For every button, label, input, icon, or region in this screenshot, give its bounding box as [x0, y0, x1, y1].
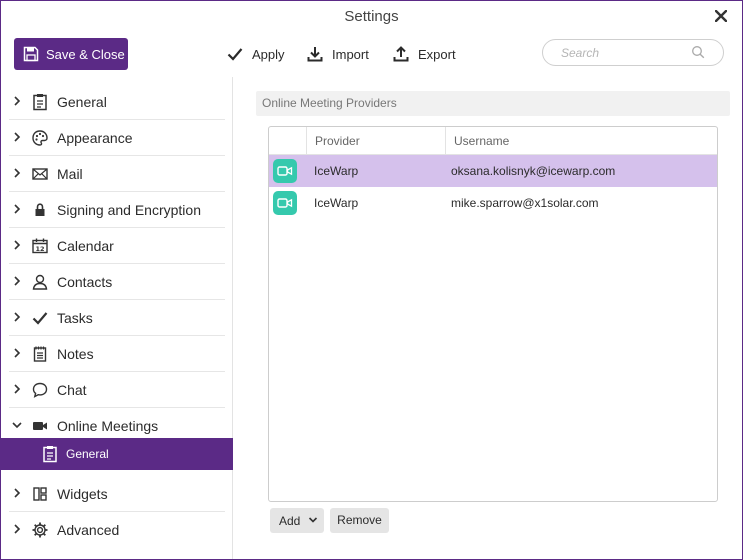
- video-camera-icon: [33, 422, 47, 430]
- username-cell: oksana.kolisnyk@icewarp.com: [451, 164, 616, 178]
- sidebar-subitem-general[interactable]: General: [1, 438, 233, 470]
- export-label: Export: [418, 46, 456, 62]
- widgets-icon: [33, 487, 47, 501]
- chevron-right-icon: [14, 240, 21, 250]
- save-close-button[interactable]: Save & Close: [14, 38, 128, 70]
- sidebar-item-label: Appearance: [57, 130, 133, 146]
- chevron-down-icon[interactable]: [308, 516, 318, 524]
- meeting-provider-icon: [273, 191, 297, 215]
- svg-text:12: 12: [35, 245, 44, 253]
- column-header-provider[interactable]: Provider: [307, 127, 446, 155]
- sidebar-item-label: Notes: [57, 346, 94, 362]
- sidebar-item-advanced[interactable]: Advanced: [1, 512, 233, 548]
- chevron-right-icon: [14, 348, 21, 358]
- chevron-right-icon: [14, 132, 21, 142]
- sidebar-item-widgets[interactable]: Widgets: [1, 476, 233, 512]
- import-label: Import: [332, 46, 369, 62]
- calendar-icon: 12: [32, 238, 48, 254]
- sidebar-item-notes[interactable]: Notes: [1, 336, 233, 372]
- table-row[interactable]: IceWarp oksana.kolisnyk@icewarp.com: [269, 155, 717, 187]
- palette-icon: [32, 130, 48, 146]
- table-header: Provider Username: [269, 127, 717, 155]
- sidebar-item-mail[interactable]: Mail: [1, 156, 233, 192]
- table-row[interactable]: IceWarp mike.sparrow@x1solar.com: [269, 187, 717, 219]
- sidebar-item-label: Chat: [57, 382, 87, 398]
- speech-bubble-icon: [32, 382, 48, 398]
- provider-cell: IceWarp: [314, 196, 359, 210]
- export-icon: [393, 46, 409, 62]
- sidebar-item-label: Signing and Encryption: [57, 202, 201, 218]
- sidebar-item-label: Widgets: [57, 486, 108, 502]
- add-label: Add: [279, 514, 301, 528]
- sidebar-item-label: General: [66, 447, 109, 461]
- sidebar-item-label: Contacts: [57, 274, 113, 290]
- sidebar-item-appearance[interactable]: Appearance: [1, 120, 233, 156]
- sidebar-item-general[interactable]: General: [1, 84, 233, 120]
- search-icon[interactable]: [691, 45, 705, 62]
- section-title: Online Meeting Providers: [256, 91, 730, 116]
- sidebar-item-label: General: [57, 94, 107, 110]
- save-icon: [23, 46, 39, 62]
- gear-icon: [32, 522, 48, 538]
- apply-label: Apply: [252, 46, 285, 62]
- remove-button[interactable]: Remove: [330, 508, 389, 533]
- column-header-username[interactable]: Username: [446, 127, 717, 155]
- chevron-right-icon: [14, 384, 21, 394]
- checkmark-icon: [32, 312, 48, 325]
- chevron-right-icon: [14, 524, 21, 534]
- video-camera-icon: [277, 198, 293, 208]
- lock-icon: [35, 203, 45, 216]
- close-icon: [714, 9, 728, 23]
- notepad-icon: [33, 346, 47, 362]
- person-icon: [32, 274, 48, 290]
- export-button[interactable]: Export: [393, 43, 456, 65]
- chevron-right-icon: [14, 96, 21, 106]
- video-camera-icon: [277, 166, 293, 176]
- chevron-right-icon: [14, 276, 21, 286]
- checkmark-icon: [227, 48, 243, 61]
- title-bar: Settings: [1, 1, 742, 33]
- apply-button[interactable]: Apply: [227, 43, 285, 65]
- import-icon: [307, 47, 323, 62]
- content-panel: Online Meeting Providers Provider Userna…: [233, 77, 742, 559]
- meeting-provider-icon: [273, 159, 297, 183]
- chevron-right-icon: [14, 168, 21, 178]
- close-button[interactable]: [710, 5, 732, 27]
- clipboard-icon: [33, 94, 47, 111]
- toolbar: Save & Close Apply Import Export: [1, 33, 742, 77]
- sidebar-item-contacts[interactable]: Contacts: [1, 264, 233, 300]
- provider-cell: IceWarp: [314, 164, 359, 178]
- username-cell: mike.sparrow@x1solar.com: [451, 196, 599, 210]
- chevron-down-icon: [12, 422, 22, 429]
- icon-column-header[interactable]: [269, 127, 307, 155]
- providers-table: Provider Username IceWarp oksana.kolisny…: [268, 126, 718, 502]
- save-close-label: Save & Close: [46, 46, 125, 62]
- clipboard-icon: [43, 446, 57, 463]
- sidebar-item-chat[interactable]: Chat: [1, 372, 233, 408]
- chevron-right-icon: [14, 312, 21, 322]
- sidebar-item-label: Calendar: [57, 238, 114, 254]
- import-button[interactable]: Import: [307, 43, 369, 65]
- sidebar-item-label: Online Meetings: [57, 418, 159, 434]
- sidebar-item-calendar[interactable]: 12 Calendar: [1, 228, 233, 264]
- sidebar-item-label: Advanced: [57, 522, 120, 538]
- sidebar-item-label: Tasks: [57, 310, 93, 326]
- search-input[interactable]: [561, 45, 681, 60]
- sidebar-item-label: Mail: [57, 166, 83, 182]
- sidebar-item-tasks[interactable]: Tasks: [1, 300, 233, 336]
- chevron-right-icon: [14, 204, 21, 214]
- settings-window: Settings Save & Close Apply Import Expor…: [0, 0, 743, 560]
- search-box[interactable]: [542, 39, 724, 66]
- sidebar-item-signing-encryption[interactable]: Signing and Encryption: [1, 192, 233, 228]
- envelope-icon: [32, 168, 48, 180]
- window-title: Settings: [344, 8, 399, 25]
- add-button[interactable]: Add: [270, 508, 324, 533]
- settings-sidebar: General Appearance Mail Signing and Encr…: [1, 77, 233, 559]
- chevron-right-icon: [14, 488, 21, 498]
